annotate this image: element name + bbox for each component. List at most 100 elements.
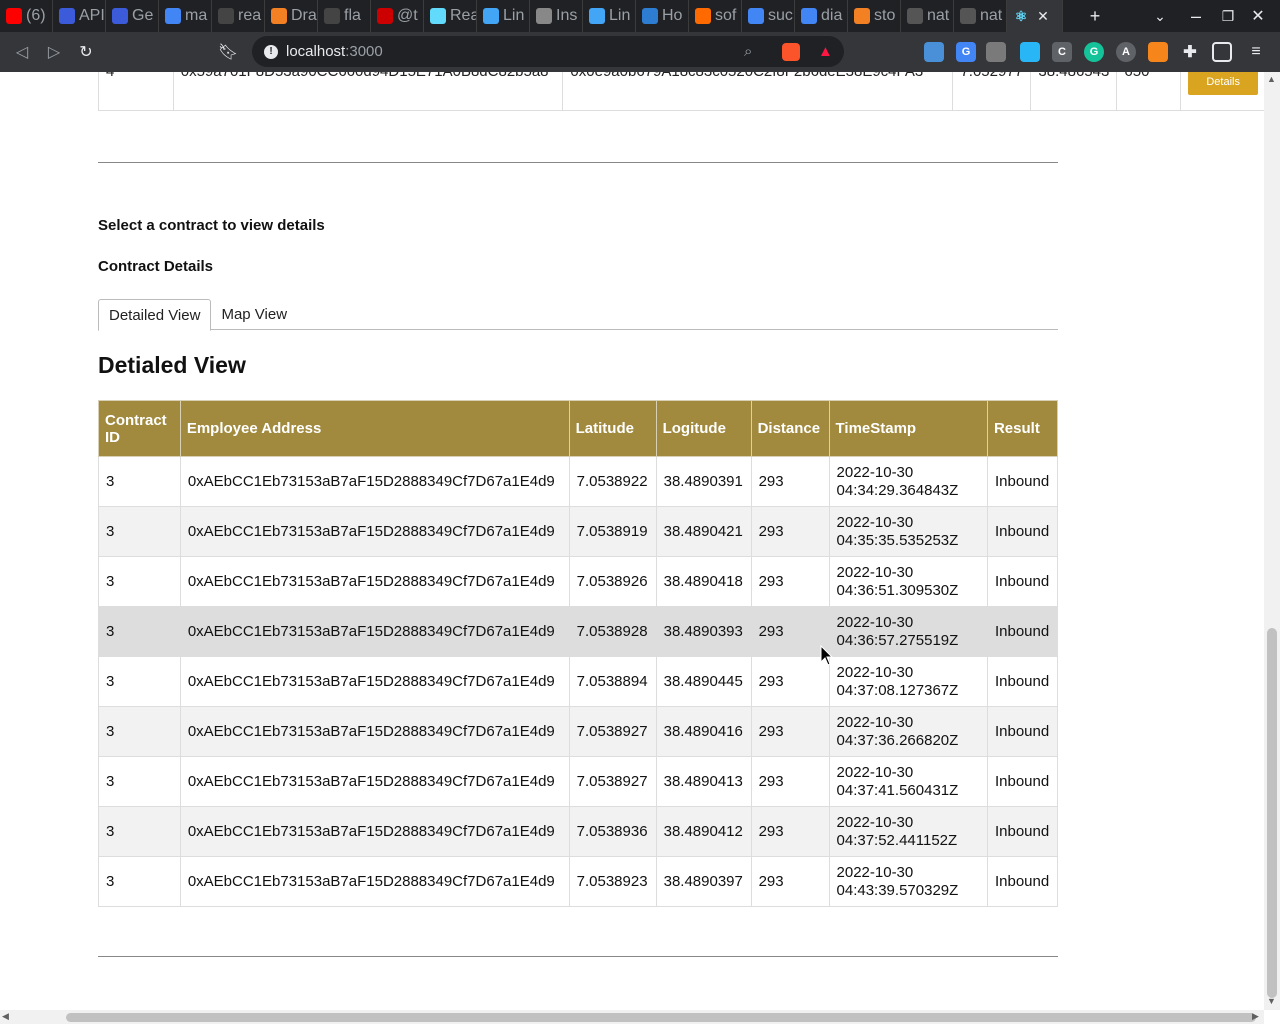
employee-address-cell: 0xAEbCC1Eb73153aB7aF15D2888349Cf7D67a1E4… (179, 506, 570, 557)
browser-tab[interactable]: Dra (265, 0, 318, 32)
menu-icon[interactable]: ≡ (1246, 42, 1266, 62)
extension-window-icon[interactable] (1020, 42, 1040, 62)
close-window-icon[interactable]: ✕ (1242, 6, 1274, 26)
result-cell: Inbound (986, 806, 1059, 857)
new-tab-button[interactable]: + (1079, 6, 1111, 27)
tab-favicon-icon (165, 8, 181, 24)
scroll-up-icon[interactable]: ▲ (1267, 74, 1276, 84)
table-row[interactable]: 3 0xAEbCC1Eb73153aB7aF15D2888349Cf7D67a1E… (98, 706, 1059, 757)
tab-favicon-icon (6, 8, 22, 24)
details-button[interactable]: Details (1188, 72, 1258, 95)
browser-tab[interactable]: nat (954, 0, 1007, 32)
timestamp-date: 2022-10-30 (836, 713, 914, 731)
timestamp-date: 2022-10-30 (836, 863, 914, 881)
browser-tab[interactable]: Ho (636, 0, 689, 32)
site-info-icon[interactable]: ! (264, 44, 278, 59)
tab-favicon-icon (695, 8, 711, 24)
table-row[interactable]: 3 0xAEbCC1Eb73153aB7aF15D2888349Cf7D67a1E… (98, 856, 1059, 907)
extension-translate-icon[interactable] (924, 42, 944, 62)
brave-rewards-icon[interactable]: ▲ (818, 43, 833, 60)
browser-tab[interactable]: @t (371, 0, 424, 32)
distance-cell: 293 (750, 756, 830, 807)
browser-tab[interactable]: nat (901, 0, 954, 32)
close-tab-icon[interactable]: ✕ (1033, 8, 1053, 25)
browser-tab[interactable]: Lin (477, 0, 530, 32)
tab-label: fla (344, 7, 361, 24)
browser-tab[interactable]: Lin (583, 0, 636, 32)
contract-address-cell: 0x59a701F8D53a90CC660d94D15E71A0B8dC82b5… (172, 72, 564, 111)
table-row[interactable]: 3 0xAEbCC1Eb73153aB7aF15D2888349Cf7D67a1E… (98, 806, 1059, 857)
tab-search-icon[interactable]: ⌄ (1144, 8, 1176, 25)
timestamp-cell: 2022-10-30 04:37:36.266820Z (828, 706, 988, 757)
extension-shield-icon[interactable] (986, 42, 1006, 62)
vertical-scrollbar[interactable]: ▲ ▼ (1264, 72, 1280, 1010)
browser-tab[interactable]: sof (689, 0, 742, 32)
browser-tab[interactable]: suc (742, 0, 795, 32)
browser-tab[interactable]: dia (795, 0, 848, 32)
reload-icon[interactable]: ↻ (70, 36, 102, 68)
grammarly-icon[interactable]: G (1084, 42, 1104, 62)
tab-label: rea (238, 7, 262, 24)
contract-details-heading: Contract Details (98, 258, 214, 275)
employee-address-cell: 0xAEbCC1Eb73153aB7aF15D2888349Cf7D67a1E4… (179, 706, 570, 757)
browser-tab[interactable]: Ins (530, 0, 583, 32)
browser-tab[interactable]: sto (848, 0, 901, 32)
employee-address-cell: 0xAEbCC1Eb73153aB7aF15D2888349Cf7D67a1E4… (179, 756, 570, 807)
browser-tab[interactable]: (6) (0, 0, 53, 32)
scroll-left-icon[interactable]: ◀ (2, 1011, 9, 1022)
longitude-cell: 38.4890397 (655, 856, 752, 907)
address-bar[interactable]: ! localhost:3000 ⌕ ▲ (252, 36, 844, 67)
contract-id-cell: 3 (98, 456, 181, 507)
browser-tab[interactable]: fla (318, 0, 371, 32)
browser-tab[interactable]: Ge (106, 0, 159, 32)
browser-tab[interactable]: Rea (424, 0, 477, 32)
timestamp-date: 2022-10-30 (836, 813, 914, 831)
tab-map-view[interactable]: Map View (211, 299, 297, 330)
minimize-icon[interactable]: – (1180, 6, 1212, 27)
contract-lat-cell: 7.052977 (952, 72, 1032, 111)
extension-code-icon[interactable]: C (1052, 42, 1072, 62)
latitude-cell: 7.0538894 (568, 656, 657, 707)
mouse-cursor-icon (820, 645, 834, 666)
employee-address-cell: 0xAEbCC1Eb73153aB7aF15D2888349Cf7D67a1E4… (179, 556, 570, 607)
table-row[interactable]: 3 0xAEbCC1Eb73153aB7aF15D2888349Cf7D67a1E… (98, 456, 1059, 507)
distance-cell: 293 (750, 806, 830, 857)
scroll-right-icon[interactable]: ▶ (1252, 1011, 1259, 1022)
contract-id-cell: 4 (98, 72, 174, 111)
contract-address-cell: 0x0e9a0b679A18c83c0520C2f8F2b6deE38E9c4F… (562, 72, 954, 111)
forward-icon[interactable]: ▷ (38, 36, 70, 68)
timestamp-cell: 2022-10-30 04:34:29.364843Z (828, 456, 988, 507)
browser-tab[interactable]: rea (212, 0, 265, 32)
table-row[interactable]: 3 0xAEbCC1Eb73153aB7aF15D2888349Cf7D67a1E… (98, 656, 1059, 707)
maximize-icon[interactable]: ❐ (1212, 8, 1244, 25)
table-row[interactable]: 3 0xAEbCC1Eb73153aB7aF15D2888349Cf7D67a1E… (98, 556, 1059, 607)
table-row[interactable]: 3 0xAEbCC1Eb73153aB7aF15D2888349Cf7D67a1E… (98, 606, 1059, 657)
table-row[interactable]: 3 0xAEbCC1Eb73153aB7aF15D2888349Cf7D67a1E… (98, 506, 1059, 557)
tab-favicon-icon (589, 8, 605, 24)
tab-detailed-view[interactable]: Detailed View (98, 299, 212, 331)
extension-google-translate-icon[interactable]: G (956, 42, 976, 62)
scroll-down-icon[interactable]: ▼ (1267, 996, 1276, 1006)
horizontal-scrollbar[interactable]: ◀ ▶ (0, 1010, 1264, 1024)
browser-tab[interactable]: ma (159, 0, 212, 32)
metamask-icon[interactable] (1148, 42, 1168, 62)
table-row[interactable]: 3 0xAEbCC1Eb73153aB7aF15D2888349Cf7D67a1E… (98, 756, 1059, 807)
wallet-icon[interactable] (1212, 42, 1232, 62)
tab-label: (6) (26, 7, 46, 24)
brave-shield-icon[interactable] (782, 42, 800, 61)
zoom-icon[interactable]: ⌕ (744, 43, 752, 60)
horizontal-scroll-thumb[interactable] (66, 1013, 1256, 1022)
tab-favicon-icon (536, 8, 552, 24)
extension-a-icon[interactable]: A (1116, 42, 1136, 62)
timestamp-time: 04:36:51.309530Z (836, 581, 959, 599)
browser-tab[interactable]: API (53, 0, 106, 32)
back-icon[interactable]: ◁ (6, 36, 38, 68)
result-cell: Inbound (986, 606, 1059, 657)
column-header: Result (986, 400, 1059, 457)
extensions-puzzle-icon[interactable]: ✚ (1180, 42, 1200, 62)
tab-label: suc (768, 7, 793, 24)
vertical-scroll-thumb[interactable] (1267, 628, 1277, 998)
tab-active[interactable]: ⚛ ✕ (1007, 0, 1063, 32)
employee-address-cell: 0xAEbCC1Eb73153aB7aF15D2888349Cf7D67a1E4… (179, 806, 570, 857)
bookmark-icon[interactable]: 🔖︎ (212, 36, 244, 68)
